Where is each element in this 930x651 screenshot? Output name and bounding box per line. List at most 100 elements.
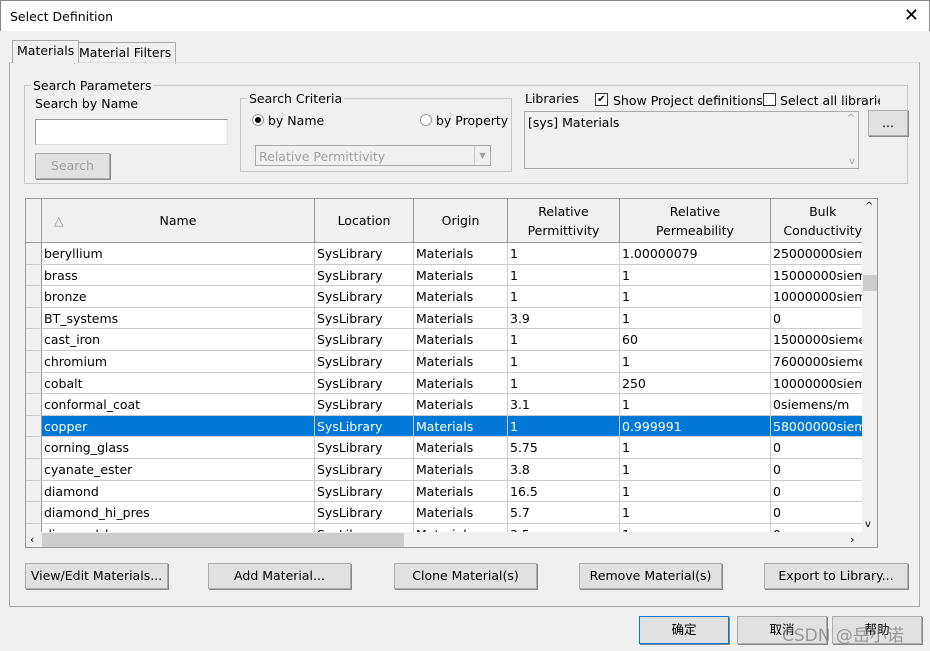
cell-location[interactable]: SysLibrary (315, 307, 414, 330)
row-header[interactable] (26, 372, 42, 395)
cell-name[interactable]: conformal_coat (42, 394, 315, 416)
cell-origin[interactable]: Materials (414, 286, 508, 308)
cell-origin[interactable]: Materials (414, 243, 508, 265)
row-header[interactable] (26, 307, 42, 330)
cell-relative-permeability[interactable]: 1.00000079 (620, 243, 771, 265)
scroll-right-icon[interactable]: › (850, 533, 854, 546)
cell-name[interactable]: copper (42, 415, 315, 438)
table-row[interactable]: chromium SysLibrary Materials 1 1 7600000siem… (26, 351, 863, 373)
cell-bulk-conductivity[interactable]: 1500000siemens/m (771, 329, 863, 351)
cell-relative-permeability[interactable]: 1 (620, 351, 771, 373)
row-header[interactable] (26, 502, 42, 524)
row-header[interactable] (26, 264, 42, 287)
search-button[interactable]: Search (35, 153, 110, 179)
cell-origin[interactable]: Materials (414, 459, 508, 481)
cell-origin[interactable]: Materials (414, 502, 508, 524)
cell-name[interactable]: corning_glass (42, 437, 315, 459)
by-property-radio[interactable] (420, 114, 432, 126)
row-header[interactable] (26, 351, 42, 373)
cell-relative-permittivity[interactable]: 3.1 (508, 394, 620, 416)
cell-location[interactable]: SysLibrary (315, 243, 414, 265)
cell-name[interactable]: diamond (42, 480, 315, 503)
cell-location[interactable]: SysLibrary (315, 502, 414, 524)
cell-relative-permeability[interactable]: 1 (620, 437, 771, 459)
table-row[interactable]: cyanate_ester SysLibrary Materials 3.8 1 0 (26, 459, 863, 481)
table-row[interactable]: conformal_coat SysLibrary Materials 3.1 1 0si… (26, 394, 863, 416)
row-header[interactable] (26, 415, 42, 438)
column-header-origin[interactable]: Origin (414, 199, 508, 243)
cell-relative-permeability[interactable]: 1 (620, 459, 771, 481)
cell-relative-permeability[interactable]: 250 (620, 372, 771, 395)
cell-relative-permittivity[interactable]: 1 (508, 351, 620, 373)
cell-relative-permeability[interactable]: 1 (620, 502, 771, 524)
cell-origin[interactable]: Materials (414, 329, 508, 351)
cell-relative-permittivity[interactable]: 5.75 (508, 437, 620, 459)
cell-location[interactable]: SysLibrary (315, 394, 414, 416)
view-edit-materials-button[interactable]: View/Edit Materials... (25, 563, 168, 589)
cell-relative-permittivity[interactable]: 1 (508, 264, 620, 287)
cell-relative-permittivity[interactable]: 1 (508, 329, 620, 351)
cell-bulk-conductivity[interactable]: 25000000siemens/m (771, 243, 863, 265)
row-header[interactable] (26, 286, 42, 308)
cell-origin[interactable]: Materials (414, 264, 508, 287)
column-header-name[interactable]: △ Name (42, 199, 315, 243)
cell-location[interactable]: SysLibrary (315, 264, 414, 287)
cell-origin[interactable]: Materials (414, 307, 508, 330)
cell-bulk-conductivity[interactable]: 7600000siemens/m (771, 351, 863, 373)
cell-bulk-conductivity[interactable]: 0 (771, 437, 863, 459)
tab-material-filters[interactable]: Material Filters (74, 42, 177, 64)
cell-name[interactable]: chromium (42, 351, 315, 373)
table-row[interactable]: cast_iron SysLibrary Materials 1 60 1500000si… (26, 329, 863, 351)
cell-location[interactable]: SysLibrary (315, 437, 414, 459)
scroll-down-icon[interactable]: v (865, 519, 871, 530)
ok-button[interactable]: 确定 (639, 616, 729, 644)
scroll-left-icon[interactable]: ‹ (30, 533, 34, 546)
table-row[interactable]: copper SysLibrary Materials 1 0.999991 580000… (26, 415, 863, 438)
by-name-radio[interactable] (252, 114, 264, 126)
table-row[interactable]: diamond SysLibrary Materials 16.5 1 0 (26, 480, 863, 503)
select-all-libraries-checkbox[interactable] (763, 93, 776, 106)
search-name-input[interactable] (35, 119, 228, 145)
cell-bulk-conductivity[interactable]: 15000000siemens/m (771, 264, 863, 287)
cell-name[interactable]: cyanate_ester (42, 459, 315, 481)
sort-icon[interactable]: △ (54, 211, 64, 230)
remove-materials-button[interactable]: Remove Material(s) (579, 563, 722, 589)
browse-libraries-button[interactable]: ... (868, 110, 908, 136)
cell-relative-permeability[interactable]: 1 (620, 394, 771, 416)
horizontal-scroll-thumb[interactable] (42, 533, 404, 547)
cell-location[interactable]: SysLibrary (315, 372, 414, 395)
row-header[interactable] (26, 394, 42, 416)
cell-origin[interactable]: Materials (414, 415, 508, 438)
cell-relative-permittivity[interactable]: 3.8 (508, 459, 620, 481)
cell-relative-permeability[interactable]: 60 (620, 329, 771, 351)
cell-name[interactable]: beryllium (42, 243, 315, 265)
libraries-list[interactable]: [sys] Materials ^ v (524, 111, 859, 169)
table-row[interactable]: bronzeSysLibraryMaterials1110000000sieme… (26, 286, 863, 308)
cell-location[interactable]: SysLibrary (315, 329, 414, 351)
cell-bulk-conductivity[interactable]: 0siemens/m (771, 394, 863, 416)
cell-name[interactable]: bronze (42, 286, 315, 308)
column-header-relative-permittivity[interactable]: Relative Permittivity (508, 199, 620, 243)
select-all-libraries-label[interactable]: Select all libraries (780, 93, 880, 108)
cell-relative-permittivity[interactable]: 5.7 (508, 502, 620, 524)
cell-name[interactable]: diamond_hi_pres (42, 502, 315, 524)
cell-bulk-conductivity[interactable]: 0 (771, 459, 863, 481)
cell-name[interactable]: brass (42, 264, 315, 287)
tab-materials[interactable]: Materials (12, 40, 80, 63)
library-item[interactable]: [sys] Materials (525, 112, 858, 133)
row-header[interactable] (26, 459, 42, 481)
cell-location[interactable]: SysLibrary (315, 286, 414, 308)
cell-location[interactable]: SysLibrary (315, 459, 414, 481)
cell-name[interactable]: BT_systems (42, 307, 315, 330)
cell-bulk-conductivity[interactable]: 0 (771, 307, 863, 330)
cell-location[interactable]: SysLibrary (315, 351, 414, 373)
scroll-up-icon[interactable]: ^ (847, 113, 855, 124)
table-row[interactable]: brassSysLibraryMaterials1115000000siemen… (26, 264, 863, 287)
cell-origin[interactable]: Materials (414, 437, 508, 459)
cell-relative-permeability[interactable]: 1 (620, 480, 771, 503)
cell-origin[interactable]: Materials (414, 372, 508, 395)
row-header[interactable] (26, 480, 42, 503)
cell-bulk-conductivity[interactable]: 10000000siemens/m (771, 372, 863, 395)
row-header[interactable] (26, 243, 42, 265)
export-to-library-button[interactable]: Export to Library... (764, 563, 908, 589)
